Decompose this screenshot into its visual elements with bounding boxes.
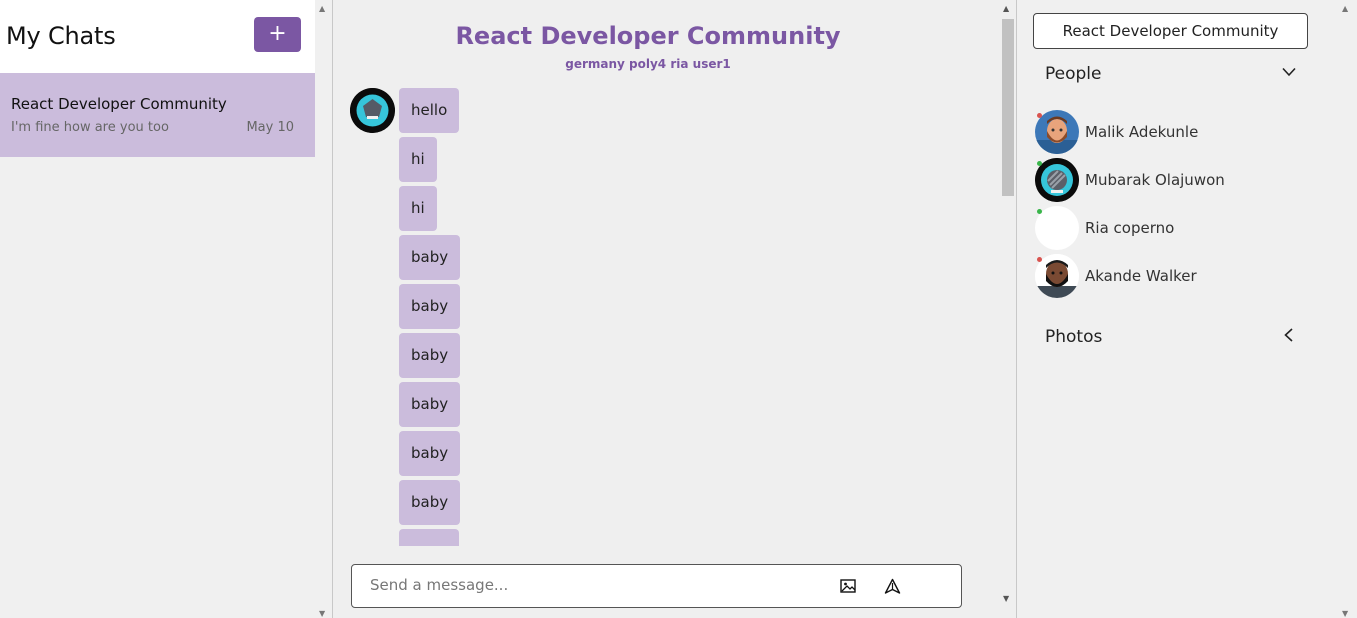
scroll-up-arrow[interactable]: ▲ xyxy=(1003,4,1009,13)
chat-item-preview: I'm fine how are you too xyxy=(11,120,169,135)
message-bubble: baby xyxy=(399,333,461,378)
message-list: hello hi hi baby baby baby baby baby bab… xyxy=(350,88,990,546)
chevron-down-icon xyxy=(1281,64,1297,80)
message-bubble: baby xyxy=(399,480,461,525)
message-bubble: hello xyxy=(399,88,460,133)
person-name: Ria coperno xyxy=(1085,219,1175,237)
left-scroll-up-arrow[interactable]: ▲ xyxy=(319,4,328,13)
chat-item-name: React Developer Community xyxy=(11,95,227,113)
chat-list-header: My Chats + xyxy=(0,0,315,73)
send-icon[interactable] xyxy=(884,578,901,595)
chevron-left-icon xyxy=(1281,327,1297,343)
new-chat-button[interactable]: + xyxy=(254,17,301,52)
person-name: Mubarak Olajuwon xyxy=(1085,171,1225,189)
message-input[interactable] xyxy=(370,576,820,594)
person-item[interactable]: Malik Adekunle xyxy=(1035,110,1315,156)
message-bubble: hi xyxy=(399,137,437,182)
image-upload-icon[interactable] xyxy=(839,577,857,595)
status-online-dot xyxy=(1037,209,1042,214)
people-section-title: People xyxy=(1045,64,1102,84)
chat-list-panel: My Chats + React Developer Community I'm… xyxy=(0,0,315,618)
conversation-panel: React Developer Community germany poly4 … xyxy=(332,0,1017,618)
chat-list-title: My Chats xyxy=(6,22,116,50)
sender-avatar xyxy=(350,88,395,133)
status-offline-dot xyxy=(1037,113,1042,118)
photos-section-toggle[interactable]: Photos xyxy=(1045,323,1295,353)
group-name-button[interactable]: React Developer Community xyxy=(1033,13,1308,49)
message-bubble-partial xyxy=(399,529,459,546)
message-bubble: baby xyxy=(399,235,461,280)
people-section-toggle[interactable]: People xyxy=(1045,60,1297,90)
message-bubble: baby xyxy=(399,431,461,476)
person-item[interactable]: Ria coperno xyxy=(1035,206,1315,252)
scroll-down-arrow[interactable]: ▼ xyxy=(1003,594,1009,603)
chat-list-item[interactable]: React Developer Community I'm fine how a… xyxy=(0,73,315,157)
conversation-title: React Developer Community xyxy=(455,22,841,50)
person-name: Malik Adekunle xyxy=(1085,123,1199,141)
message-bubble: baby xyxy=(399,284,461,329)
right-scroll-down-arrow[interactable]: ▼ xyxy=(1342,609,1352,618)
message-composer xyxy=(351,564,962,608)
chat-item-date: May 10 xyxy=(246,120,294,135)
message-bubble: hi xyxy=(399,186,437,231)
status-offline-dot xyxy=(1037,257,1042,262)
conversation-scrollbar[interactable]: ▲ ▼ xyxy=(997,4,1015,610)
chat-app: My Chats + React Developer Community I'm… xyxy=(0,0,1357,618)
left-scroll-down-arrow[interactable]: ▼ xyxy=(319,609,328,618)
right-scroll-up-arrow[interactable]: ▲ xyxy=(1342,4,1352,13)
chat-details-panel: React Developer Community People Malik A… xyxy=(1017,0,1357,618)
person-item[interactable]: Akande Walker xyxy=(1035,254,1315,300)
scrollbar-thumb[interactable] xyxy=(1002,19,1014,196)
person-item[interactable]: Mubarak Olajuwon xyxy=(1035,158,1315,204)
message-bubble: baby xyxy=(399,382,461,427)
person-name: Akande Walker xyxy=(1085,267,1197,285)
photos-section-title: Photos xyxy=(1045,327,1103,347)
status-online-dot xyxy=(1037,161,1042,166)
conversation-members: germany poly4 ria user1 xyxy=(565,57,731,71)
